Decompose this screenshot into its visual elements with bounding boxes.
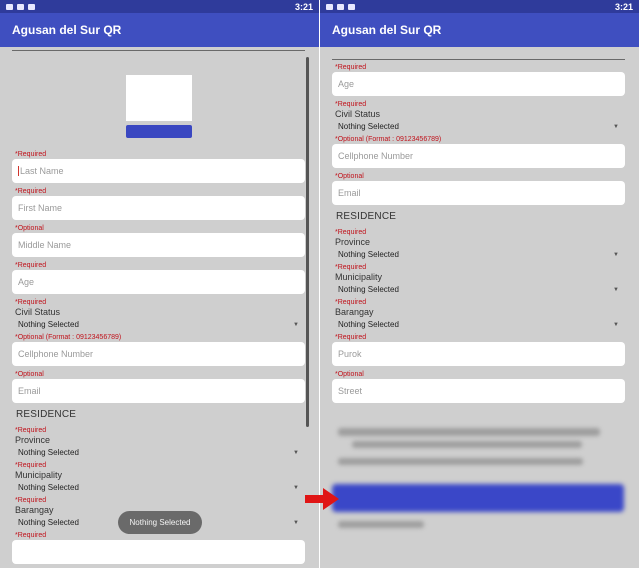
- dropdown-caret-icon: ▼: [293, 321, 299, 328]
- age-input[interactable]: Age: [12, 270, 305, 294]
- app-bar: Agusan del Sur QR: [0, 13, 319, 47]
- email-input[interactable]: Email: [12, 379, 305, 403]
- dropdown-caret-icon: ▼: [613, 123, 619, 130]
- province-label: Province: [15, 435, 51, 445]
- civil-status-select[interactable]: Nothing Selected ▼: [332, 120, 625, 133]
- civil-status-label: Civil Status: [335, 109, 381, 119]
- age-input[interactable]: Age: [332, 72, 625, 96]
- notification-icons: [326, 3, 355, 10]
- cellphone-input[interactable]: Cellphone Number: [12, 342, 305, 366]
- civil-status-label: Civil Status: [15, 307, 61, 317]
- municipality-select[interactable]: Nothing Selected ▼: [12, 481, 305, 494]
- optional-tag: *Optional: [15, 371, 44, 378]
- province-select[interactable]: Nothing Selected ▼: [332, 248, 625, 261]
- middle-name-input[interactable]: Middle Name: [12, 233, 305, 257]
- purok-input[interactable]: Purok: [332, 342, 625, 366]
- optional-tag: *Optional: [335, 173, 364, 180]
- required-tag: *Required: [15, 462, 47, 469]
- select-value: Nothing Selected: [18, 448, 79, 457]
- email-input[interactable]: Email: [332, 181, 625, 205]
- dropdown-caret-icon: ▼: [293, 519, 299, 526]
- required-tag: *Required: [15, 299, 47, 306]
- left-phone-screen: 3:21 Agusan del Sur QR *Required Last Na…: [0, 0, 319, 568]
- select-value: Nothing Selected: [18, 320, 79, 329]
- optional-tag: *Optional (Format : 09123456789): [335, 136, 442, 143]
- clock: 3:21: [614, 1, 633, 12]
- first-name-input[interactable]: First Name: [12, 196, 305, 220]
- select-value: Nothing Selected: [338, 285, 399, 294]
- purok-input-partial[interactable]: [12, 540, 305, 564]
- municipality-label: Municipality: [15, 470, 63, 480]
- blurred-consent-text: [338, 458, 583, 465]
- blurred-footer-text: [338, 521, 424, 528]
- status-bar: 3:21: [0, 0, 319, 13]
- dropdown-caret-icon: ▼: [613, 321, 619, 328]
- municipality-select[interactable]: Nothing Selected ▼: [332, 283, 625, 296]
- required-tag: *Required: [335, 229, 367, 236]
- app-bar: Agusan del Sur QR: [320, 13, 639, 47]
- select-value: Nothing Selected: [18, 518, 79, 527]
- scrollbar[interactable]: [306, 57, 309, 427]
- cellphone-input[interactable]: Cellphone Number: [332, 144, 625, 168]
- dropdown-caret-icon: ▼: [613, 251, 619, 258]
- red-arrow-icon: [305, 488, 339, 510]
- residence-heading: RESIDENCE: [336, 211, 397, 222]
- dropdown-caret-icon: ▼: [293, 484, 299, 491]
- registration-form: *Required Age *Required Civil Status Not…: [332, 63, 625, 407]
- last-name-input[interactable]: Last Name: [12, 159, 305, 183]
- optional-tag: *Optional: [335, 371, 364, 378]
- residence-heading: RESIDENCE: [16, 409, 77, 420]
- photo-upload-button[interactable]: [125, 125, 192, 138]
- municipality-label: Municipality: [335, 272, 383, 282]
- optional-tag: *Optional: [15, 225, 44, 232]
- blurred-consent-text: [338, 428, 600, 436]
- province-label: Province: [335, 237, 371, 247]
- required-tag: *Required: [335, 264, 367, 271]
- notification-icons: [6, 3, 35, 10]
- select-value: Nothing Selected: [18, 483, 79, 492]
- image-notification-icon: [337, 3, 344, 10]
- required-tag: *Required: [15, 427, 47, 434]
- image-notification-icon: [6, 3, 13, 10]
- form-scroll-area[interactable]: *Required Last Name *Required First Name…: [0, 47, 319, 568]
- image-notification-icon: [326, 3, 333, 10]
- status-bar: 3:21: [320, 0, 639, 13]
- select-value: Nothing Selected: [338, 320, 399, 329]
- app-notification-icon: [348, 3, 355, 10]
- province-select[interactable]: Nothing Selected ▼: [12, 446, 305, 459]
- street-input[interactable]: Street: [332, 379, 625, 403]
- blurred-submit-button[interactable]: [332, 484, 624, 512]
- required-tag: *Required: [335, 334, 367, 341]
- photo-placeholder: [125, 75, 192, 121]
- app-title: Agusan del Sur QR: [332, 23, 442, 37]
- app-notification-icon: [28, 3, 35, 10]
- required-tag: *Required: [15, 151, 47, 158]
- clock: 3:21: [294, 1, 313, 12]
- civil-status-select[interactable]: Nothing Selected ▼: [12, 318, 305, 331]
- divider: [332, 59, 625, 60]
- required-tag: *Required: [15, 497, 47, 504]
- dropdown-caret-icon: ▼: [613, 286, 619, 293]
- barangay-select[interactable]: Nothing Selected ▼: [332, 318, 625, 331]
- registration-form: *Required Last Name *Required First Name…: [12, 75, 305, 568]
- select-value: Nothing Selected: [338, 122, 399, 131]
- select-value: Nothing Selected: [338, 250, 399, 259]
- toast-message: Nothing Selected: [118, 511, 202, 534]
- required-tag: *Required: [335, 64, 367, 71]
- optional-tag: *Optional (Format : 09123456789): [15, 334, 122, 341]
- required-tag: *Required: [15, 188, 47, 195]
- barangay-label: Barangay: [335, 307, 374, 317]
- required-tag: *Required: [335, 101, 367, 108]
- required-tag: *Required: [15, 262, 47, 269]
- blurred-consent-text: [352, 441, 582, 448]
- right-phone-screen: 3:21 Agusan del Sur QR *Required Age *Re…: [320, 0, 639, 568]
- image-notification-icon: [17, 3, 24, 10]
- divider: [12, 50, 305, 51]
- app-title: Agusan del Sur QR: [12, 23, 122, 37]
- dropdown-caret-icon: ▼: [293, 449, 299, 456]
- required-tag: *Required: [335, 299, 367, 306]
